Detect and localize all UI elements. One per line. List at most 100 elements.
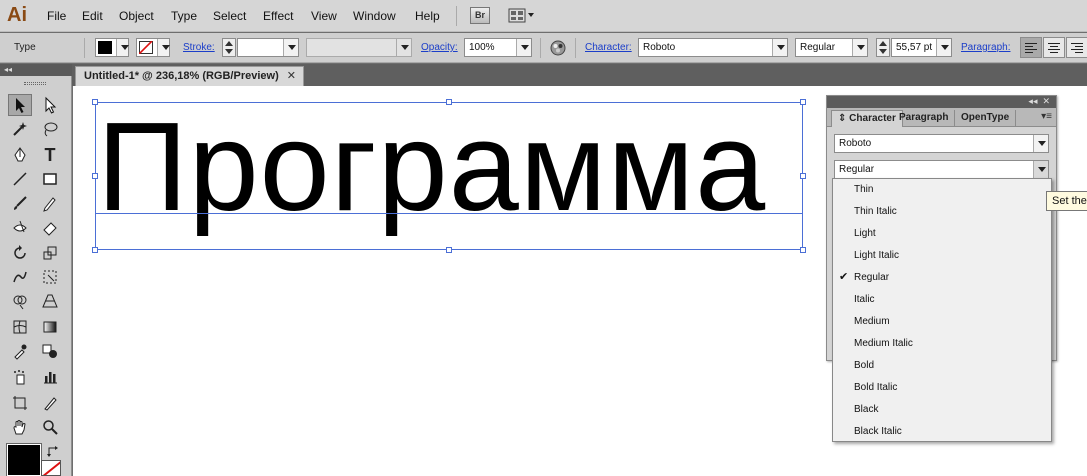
magic-wand-tool-icon[interactable]: [8, 118, 32, 140]
paintbrush-tool-icon[interactable]: [8, 192, 32, 214]
check-icon: ✔: [839, 271, 849, 283]
document-tab[interactable]: Untitled-1* @ 236,18% (RGB/Preview) ✕: [75, 66, 304, 86]
selection-tool-icon[interactable]: [8, 94, 32, 116]
font-size-value: 55,57 pt: [896, 42, 933, 53]
menu-view[interactable]: View: [311, 9, 337, 23]
opacity-link[interactable]: Opacity:: [421, 42, 458, 53]
type-tool-icon[interactable]: T: [38, 144, 62, 166]
menu-help[interactable]: Help: [415, 9, 440, 23]
list-item-selected[interactable]: ✔ Regular: [833, 267, 1051, 289]
menu-window[interactable]: Window: [353, 9, 396, 23]
tab-opentype[interactable]: OpenType: [955, 110, 1017, 127]
zoom-tool-icon[interactable]: [38, 416, 62, 438]
hand-tool-icon[interactable]: [8, 416, 32, 438]
document-tab-bar: Untitled-1* @ 236,18% (RGB/Preview) ✕: [0, 64, 1087, 86]
column-graph-tool-icon[interactable]: [38, 366, 62, 388]
stroke-color-dropdown[interactable]: [136, 38, 170, 57]
panel-font-style-dropdown[interactable]: Regular: [834, 160, 1049, 179]
variable-width-dropdown[interactable]: [306, 38, 412, 57]
menu-effect[interactable]: Effect: [263, 9, 293, 23]
menu-type[interactable]: Type: [171, 9, 197, 23]
tools-panel: ◂◂ T: [0, 64, 72, 476]
line-tool-icon[interactable]: [8, 168, 32, 190]
menu-edit[interactable]: Edit: [82, 9, 103, 23]
pencil-tool-icon[interactable]: [38, 192, 62, 214]
font-style-dropdown[interactable]: Regular: [795, 38, 868, 57]
list-item[interactable]: Italic: [833, 289, 1051, 311]
blob-brush-tool-icon[interactable]: [8, 216, 32, 238]
list-item[interactable]: Thin: [833, 179, 1051, 201]
fill-color-swatch[interactable]: [6, 443, 42, 476]
slice-tool-icon[interactable]: [38, 392, 62, 414]
align-left-button[interactable]: [1020, 37, 1042, 58]
text-baseline: [95, 213, 803, 214]
panel-title-bar[interactable]: ◂◂ ✕: [827, 96, 1056, 108]
stroke-link[interactable]: Stroke:: [183, 42, 215, 53]
resize-handle-tr[interactable]: [800, 99, 806, 105]
menu-file[interactable]: File: [47, 9, 66, 23]
font-family-dropdown[interactable]: Roboto: [638, 38, 788, 57]
swap-fill-stroke-icon[interactable]: [46, 444, 62, 458]
fill-color-dropdown[interactable]: [95, 38, 129, 57]
list-item[interactable]: Light Italic: [833, 245, 1051, 267]
direct-selection-tool-icon[interactable]: [38, 94, 62, 116]
eraser-tool-icon[interactable]: [38, 216, 62, 238]
rotate-tool-icon[interactable]: [8, 242, 32, 264]
list-item[interactable]: Thin Italic: [833, 201, 1051, 223]
shape-builder-tool-icon[interactable]: [8, 290, 32, 312]
menu-select[interactable]: Select: [213, 9, 246, 23]
panel-menu-icon[interactable]: ▾≡: [1041, 111, 1052, 122]
menu-object[interactable]: Object: [119, 9, 154, 23]
bridge-button[interactable]: Br: [470, 7, 490, 24]
recolor-button[interactable]: [550, 40, 566, 56]
perspective-grid-tool-icon[interactable]: [38, 290, 62, 312]
mesh-tool-icon[interactable]: [8, 316, 32, 338]
list-item[interactable]: Medium: [833, 311, 1051, 333]
list-item[interactable]: Black Italic: [833, 421, 1051, 443]
align-right-button[interactable]: [1066, 37, 1087, 58]
font-style-value: Regular: [800, 42, 836, 53]
stroke-color-swatch[interactable]: [41, 460, 61, 476]
resize-handle-tl[interactable]: [92, 99, 98, 105]
recolor-artwork-icon: [550, 40, 566, 56]
list-item[interactable]: Black: [833, 399, 1051, 421]
resize-handle-bl[interactable]: [92, 247, 98, 253]
eyedropper-tool-icon[interactable]: [8, 340, 32, 362]
scale-tool-icon[interactable]: [38, 242, 62, 264]
resize-handle-t[interactable]: [446, 99, 452, 105]
arrange-documents-button[interactable]: [508, 7, 536, 24]
stroke-weight-dropdown[interactable]: [237, 38, 299, 57]
symbol-sprayer-tool-icon[interactable]: [8, 366, 32, 388]
resize-handle-b[interactable]: [446, 247, 452, 253]
tools-grip[interactable]: [24, 82, 46, 85]
panel-font-family-dropdown[interactable]: Roboto: [834, 134, 1049, 153]
paragraph-link[interactable]: Paragraph:: [961, 42, 1010, 53]
document-tab-title: Untitled-1* @ 236,18% (RGB/Preview): [84, 70, 279, 82]
list-item[interactable]: Medium Italic: [833, 333, 1051, 355]
pen-tool-icon[interactable]: [8, 144, 32, 166]
lasso-tool-icon[interactable]: [38, 118, 62, 140]
list-item[interactable]: Bold: [833, 355, 1051, 377]
close-tab-icon[interactable]: ✕: [287, 69, 296, 82]
font-size-stepper[interactable]: [876, 38, 890, 57]
tab-paragraph[interactable]: Paragraph: [893, 110, 956, 127]
resize-handle-br[interactable]: [800, 247, 806, 253]
blend-tool-icon[interactable]: [38, 340, 62, 362]
free-transform-tool-icon[interactable]: [38, 266, 62, 288]
font-size-dropdown[interactable]: 55,57 pt: [891, 38, 952, 57]
resize-handle-r[interactable]: [800, 173, 806, 179]
rectangle-tool-icon[interactable]: [38, 168, 62, 190]
artboard-tool-icon[interactable]: [8, 392, 32, 414]
align-center-button[interactable]: [1043, 37, 1065, 58]
app-logo: Ai: [7, 4, 27, 26]
panel-collapse-close-icons[interactable]: ◂◂ ✕: [1028, 96, 1050, 107]
list-item[interactable]: Bold Italic: [833, 377, 1051, 399]
warp-tool-icon[interactable]: [8, 266, 32, 288]
gradient-tool-icon[interactable]: [38, 316, 62, 338]
stroke-weight-stepper[interactable]: [222, 38, 236, 57]
opacity-dropdown[interactable]: 100%: [464, 38, 532, 57]
resize-handle-l[interactable]: [92, 173, 98, 179]
tools-collapse-icon[interactable]: ◂◂: [0, 64, 72, 76]
character-link[interactable]: Character:: [585, 42, 632, 53]
list-item[interactable]: Light: [833, 223, 1051, 245]
